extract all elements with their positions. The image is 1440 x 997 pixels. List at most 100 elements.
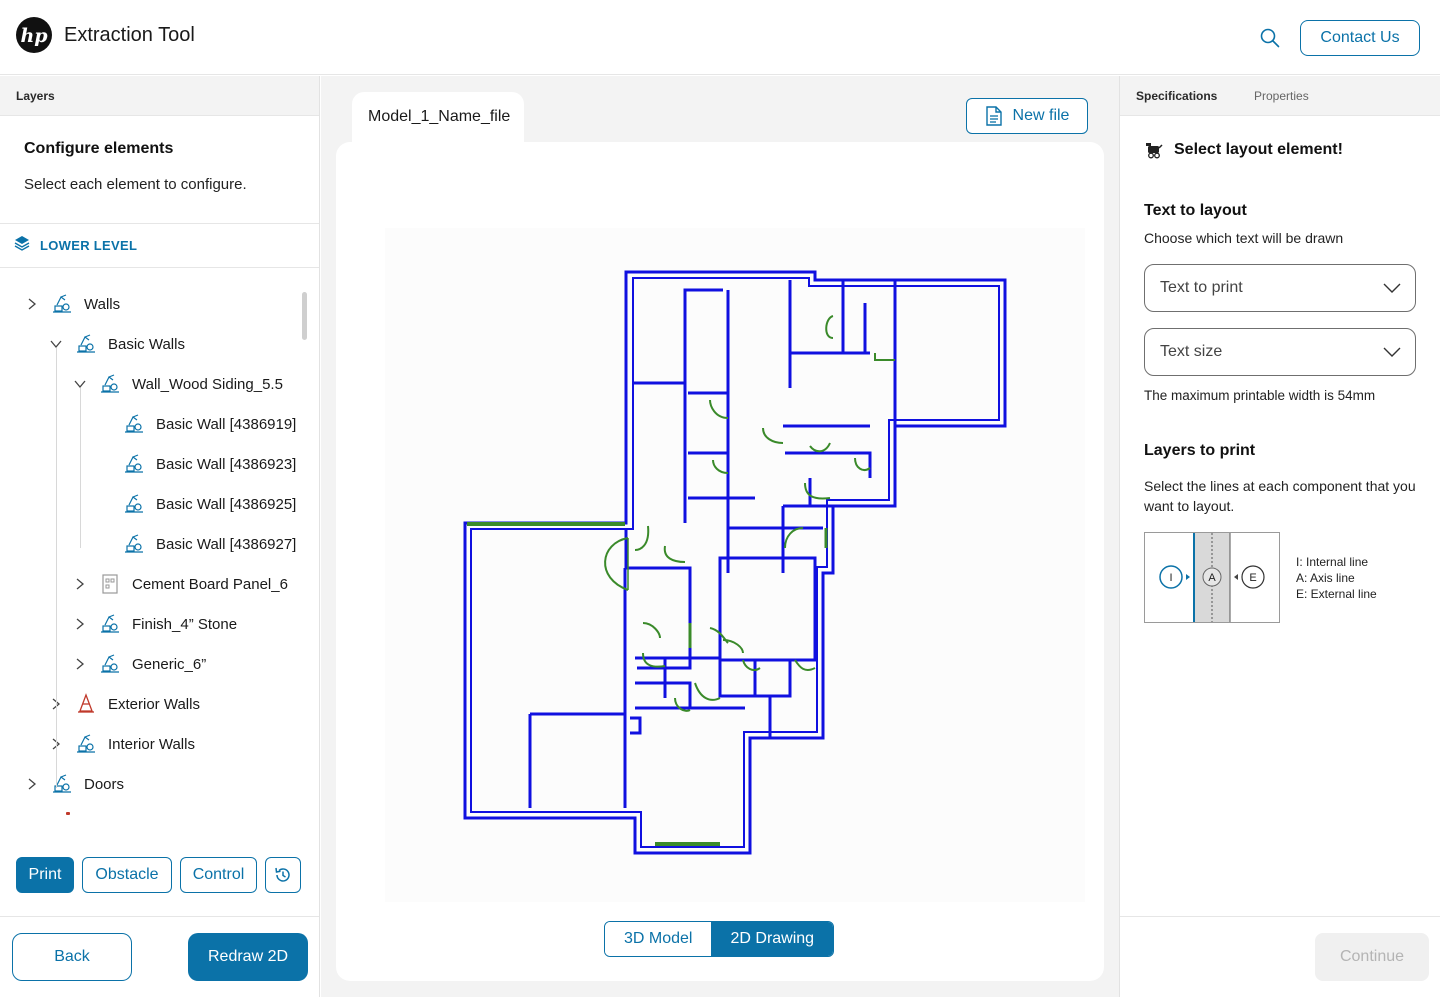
configure-subtitle: Select each element to configure. [24,176,247,193]
layers-icon [14,235,30,256]
chevron-right-icon[interactable] [24,776,40,792]
chevron-right-icon[interactable] [24,296,40,312]
wall-layer-icon [50,292,74,316]
configure-title: Configure elements [24,140,174,157]
wall-layer-icon [122,452,146,476]
layer-tree-label: Finish_4” Stone [132,615,238,633]
chevron-right-icon[interactable] [72,616,88,632]
layer-tree-item[interactable]: Basic Wall [4386927] [96,524,319,564]
text-size-dropdown[interactable]: Text size [1144,328,1416,376]
layer-tree-label: Basic Wall [4386927] [156,535,297,553]
panel-icon [98,572,122,596]
layer-tree-item[interactable]: Doors [24,764,319,804]
layer-tree-item[interactable]: Walls [24,284,319,324]
tree-next-item-peek [66,812,70,815]
mode-bar: Print Obstacle Control [16,857,301,893]
layer-tree-label: Exterior Walls [108,695,200,713]
svg-text:E: E [1249,572,1256,584]
layer-tree-item[interactable]: Basic Walls [48,324,319,364]
wall-lines [463,270,1007,855]
chevron-right-icon[interactable] [72,576,88,592]
svg-text:I: I [1169,572,1172,584]
file-tab-label: Model_1_Name_file [368,108,511,125]
line-legend-text: I: Internal line A: Axis line E: Externa… [1296,554,1377,602]
2d-drawing-toggle[interactable]: 2D Drawing [711,922,834,956]
layer-tree-item[interactable]: Basic Wall [4386919] [96,404,319,444]
document-icon [985,106,1002,126]
select-layout-text: Select layout element! [1174,141,1343,158]
wall-layer-icon [122,412,146,436]
layers-section-description: Select the lines at each component that … [1144,478,1416,514]
robot-printer-icon [1146,143,1163,159]
internal-line-legend: I: Internal line [1296,555,1369,569]
text-to-print-dropdown[interactable]: Text to print [1144,264,1416,312]
select-layout-heading: Select layout element! [1144,140,1343,160]
external-line-legend: E: External line [1296,587,1377,601]
text-section-description: Choose which text will be drawn [1144,230,1344,246]
layer-tree-item[interactable]: Generic_6” [72,644,319,684]
layer-tree-label: Wall_Wood Siding_5.5 [132,375,283,393]
control-mode-button[interactable]: Control [180,857,257,893]
layer-tree-item[interactable]: Exterior Walls [48,684,319,724]
app-title: Extraction Tool [64,24,195,46]
wall-layer-icon [122,532,146,556]
tree-guide-line [80,388,81,548]
contact-us-button[interactable]: Contact Us [1300,20,1420,56]
hp-logo: hp [16,17,52,53]
chevron-down-icon [1383,283,1401,293]
new-file-button[interactable]: New file [966,98,1088,134]
left-footer: Back Redraw 2D [0,916,319,997]
3d-model-toggle[interactable]: 3D Model [605,922,712,956]
history-button[interactable] [265,857,301,893]
text-to-print-value: Text to print [1160,279,1243,296]
floor-plan-svg [463,270,1007,855]
tab-properties[interactable]: Properties [1254,89,1309,103]
specifications-panel: Specifications Properties Select layout … [1119,76,1440,997]
layer-tree-item[interactable]: Cement Board Panel_6 [72,564,319,604]
floor-plan-drawing[interactable] [385,228,1085,902]
max-width-note: The maximum printable width is 54mm [1144,388,1376,403]
layer-tree: Walls Basic Walls Wall_Wood Siding_5.5 Basi… [0,268,319,816]
wall-layer-icon [74,332,98,356]
configure-section: Configure elements Select each element t… [0,116,319,224]
wall-layer-icon [98,372,122,396]
history-icon [275,867,290,882]
view-toggle: 3D Model 2D Drawing [604,921,835,957]
tree-guide-line [56,348,57,788]
continue-button[interactable]: Continue [1315,933,1429,981]
back-button[interactable]: Back [12,933,132,981]
search-icon[interactable] [1258,26,1282,50]
new-file-label: New file [1012,107,1070,124]
file-tab[interactable]: Model_1_Name_file [352,92,524,155]
level-selector[interactable]: LOWER LEVEL [0,224,319,268]
wall-layer-icon [50,772,74,796]
wall-layer-icon [122,492,146,516]
layer-tree-item[interactable]: Interior Walls [48,724,319,764]
layer-tree-item[interactable]: Basic Wall [4386925] [96,484,319,524]
layer-tree-label: Cement Board Panel_6 [132,575,288,593]
right-footer: Continue [1120,916,1440,997]
svg-text:A: A [1208,572,1216,584]
layer-tree-item[interactable]: Basic Wall [4386923] [96,444,319,484]
axis-line-legend: A: Axis line [1296,571,1355,585]
wall-layer-icon [98,612,122,636]
tab-specifications[interactable]: Specifications [1136,89,1217,103]
chevron-right-icon[interactable] [72,656,88,672]
line-legend-diagram: I A E [1144,532,1280,623]
app-header: hp Extraction Tool Contact Us [0,0,1440,75]
obstacle-mode-button[interactable]: Obstacle [82,857,172,893]
layer-tree-label: Basic Wall [4386923] [156,455,297,473]
layer-tree-item[interactable]: Finish_4” Stone [72,604,319,644]
redraw-2d-button[interactable]: Redraw 2D [188,933,308,981]
right-tabs: Specifications Properties [1120,76,1440,116]
layer-tree-item[interactable]: Wall_Wood Siding_5.5 [72,364,319,404]
layer-tree-label: Basic Wall [4386925] [156,495,297,513]
wall-layer-icon [74,732,98,756]
layer-tree-label: Basic Walls [108,335,185,353]
wall-layer-icon [98,652,122,676]
print-mode-button[interactable]: Print [16,857,74,893]
layers-tab[interactable]: Layers [0,76,319,116]
